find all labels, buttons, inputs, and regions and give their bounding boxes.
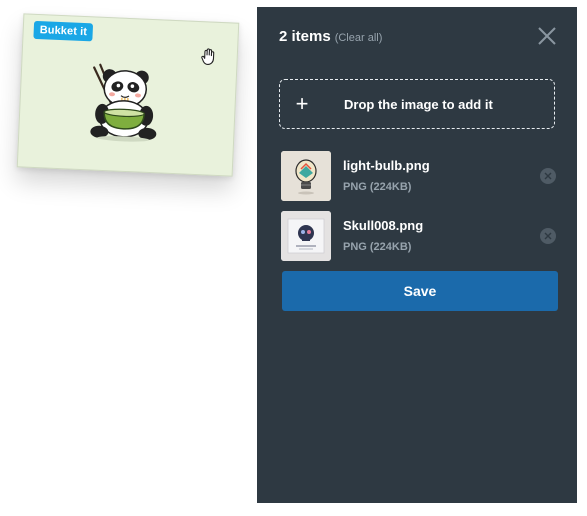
dropzone-label: Drop the image to add it bbox=[344, 96, 493, 112]
file-list: light-bulb.png PNG (224KB) Skull008.png … bbox=[281, 151, 556, 271]
clear-all-link[interactable]: (Clear all) bbox=[335, 32, 383, 44]
dragged-image-card[interactable]: Bukket it bbox=[16, 13, 240, 177]
save-button[interactable]: Save bbox=[282, 271, 558, 311]
skull-thumbnail bbox=[281, 211, 331, 261]
close-icon[interactable] bbox=[537, 26, 557, 46]
list-item: Skull008.png PNG (224KB) bbox=[281, 211, 556, 263]
remove-icon bbox=[544, 172, 552, 180]
dropzone[interactable]: + Drop the image to add it bbox=[279, 79, 555, 129]
light-bulb-thumbnail bbox=[281, 151, 331, 201]
panel-header: 2 items (Clear all) bbox=[279, 28, 382, 45]
remove-file-button[interactable] bbox=[540, 168, 556, 184]
stage: Bukket it 2 items (Clear all) + Drop the… bbox=[0, 0, 587, 516]
panda-illustration bbox=[90, 63, 157, 142]
item-count: 2 items bbox=[279, 28, 331, 45]
list-item: light-bulb.png PNG (224KB) bbox=[281, 151, 556, 203]
skull-poster-image bbox=[281, 211, 331, 261]
remove-file-button[interactable] bbox=[540, 228, 556, 244]
remove-icon bbox=[544, 232, 552, 240]
plus-icon: + bbox=[295, 91, 309, 116]
file-meta: PNG (224KB) bbox=[343, 181, 412, 193]
light-bulb-image bbox=[281, 151, 331, 201]
bucket-panel: 2 items (Clear all) + Drop the image to … bbox=[257, 7, 577, 503]
bukket-it-badge: Bukket it bbox=[33, 20, 94, 42]
file-name: Skull008.png bbox=[343, 218, 424, 233]
file-name: light-bulb.png bbox=[343, 158, 430, 173]
grab-hand-icon bbox=[201, 48, 215, 66]
file-meta: PNG (224KB) bbox=[343, 241, 412, 253]
